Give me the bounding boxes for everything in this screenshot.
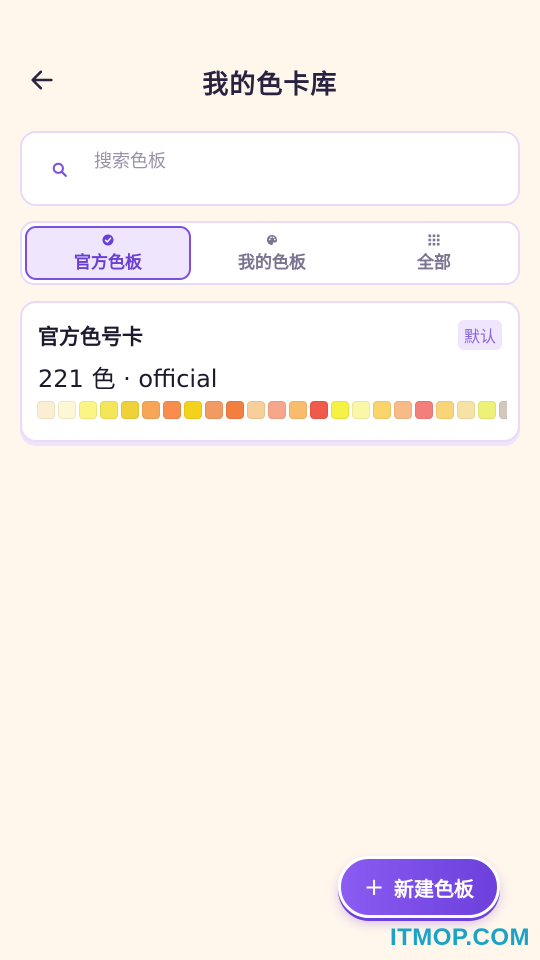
color-swatch	[121, 401, 139, 419]
header: 我的色卡库	[0, 52, 540, 108]
new-palette-button[interactable]: + 新建色板	[338, 856, 500, 918]
color-swatch	[100, 401, 118, 419]
color-swatch	[331, 401, 349, 419]
new-palette-label: 新建色板	[394, 876, 475, 901]
color-swatch	[436, 401, 454, 419]
color-swatch	[352, 401, 370, 419]
tab-all[interactable]: 全部	[353, 226, 515, 280]
tab-bar: 官方色板 我的色板 全部	[20, 221, 520, 285]
color-swatch	[310, 401, 328, 419]
page-title: 我的色卡库	[202, 70, 338, 100]
palette-card-meta: 221 色 · official	[38, 365, 218, 393]
search-bar[interactable]	[20, 131, 520, 206]
color-swatch	[226, 401, 244, 419]
color-swatch	[268, 401, 286, 419]
color-swatch	[394, 401, 412, 419]
color-swatch	[205, 401, 223, 419]
tab-label: 官方色板	[74, 252, 142, 273]
search-icon	[52, 162, 67, 177]
color-swatch	[58, 401, 76, 419]
default-badge: 默认	[457, 320, 502, 350]
palette-card[interactable]: 官方色号卡 默认 221 色 · official	[20, 301, 520, 442]
plus-icon: +	[363, 873, 385, 901]
color-swatch	[289, 401, 307, 419]
swatch-strip	[37, 401, 507, 421]
color-swatch	[247, 401, 265, 419]
color-swatch	[37, 401, 55, 419]
color-swatch	[499, 401, 507, 419]
color-swatch	[415, 401, 433, 419]
verified-badge-icon	[102, 234, 114, 246]
app-root: 我的色卡库 官方色板	[0, 0, 540, 960]
grid-dots-icon	[428, 234, 440, 246]
tab-label: 全部	[417, 252, 451, 273]
color-swatch	[373, 401, 391, 419]
color-swatch	[478, 401, 496, 419]
palette-card-title: 官方色号卡	[38, 325, 143, 349]
color-swatch	[163, 401, 181, 419]
palette-icon	[266, 234, 278, 246]
watermark: ITMOP.COM	[389, 924, 530, 951]
tab-label: 我的色板	[238, 252, 306, 273]
color-swatch	[457, 401, 475, 419]
tab-my-palettes[interactable]: 我的色板	[191, 226, 353, 280]
color-swatch	[184, 401, 202, 419]
color-swatch	[79, 401, 97, 419]
search-input[interactable]	[94, 147, 494, 175]
color-swatch	[142, 401, 160, 419]
tab-official-palettes[interactable]: 官方色板	[25, 226, 191, 280]
